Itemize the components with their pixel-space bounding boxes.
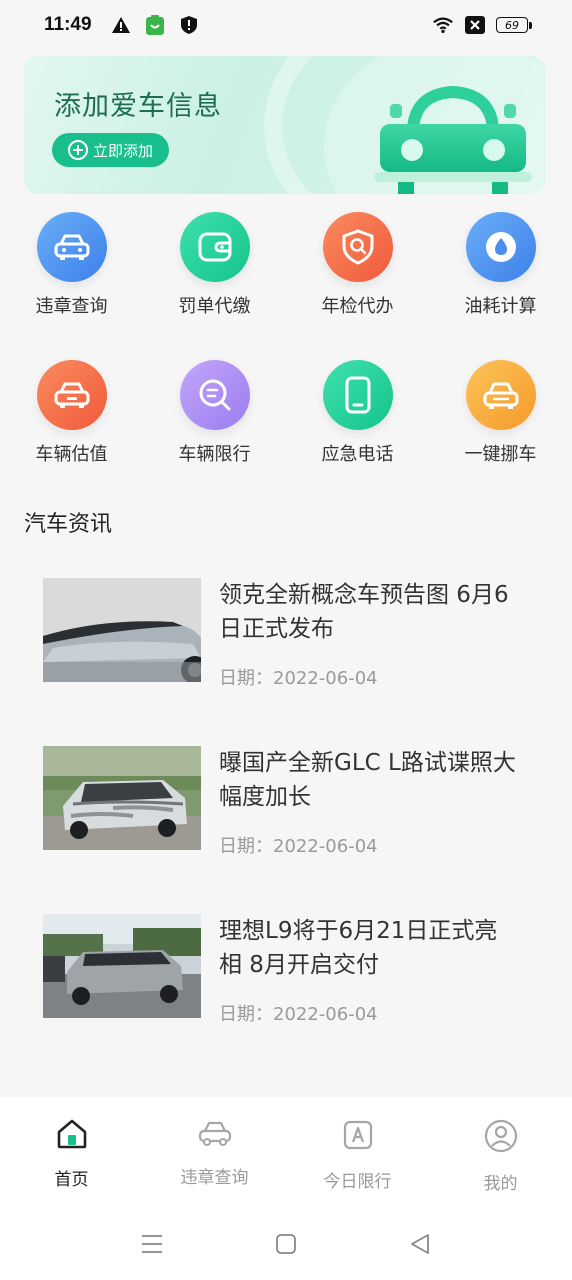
- grid-item-vehicle-restriction[interactable]: 车辆限行: [143, 360, 286, 466]
- function-grid: 违章查询 罚单代缴 年检代办 油耗计算 车辆估值 车辆限行 应急电话 一键挪车: [0, 212, 572, 466]
- nav-label: 违章查询: [180, 1168, 249, 1188]
- home-icon: [56, 1119, 88, 1153]
- news-date: 日期：2022-06-04: [219, 1004, 378, 1025]
- nav-today-restriction[interactable]: 今日限行: [286, 1097, 429, 1207]
- sim-off-icon: [464, 14, 486, 36]
- road-sign-icon: [342, 1119, 374, 1155]
- news-thumbnail: [43, 578, 201, 682]
- nav-label: 今日限行: [323, 1172, 392, 1192]
- security-shield-icon: [178, 14, 200, 36]
- add-now-button[interactable]: 立即添加: [52, 133, 169, 167]
- news-item[interactable]: 领克全新概念车预告图 6月6日正式发布 日期：2022-06-04: [43, 578, 543, 746]
- grid-label: 应急电话: [321, 444, 394, 465]
- news-date: 日期：2022-06-04: [219, 668, 378, 689]
- grid-label: 车辆限行: [178, 444, 251, 465]
- battery-icon: 69: [496, 17, 532, 33]
- plus-circle-icon: [67, 140, 88, 160]
- status-bar: 11:49 69: [0, 0, 572, 50]
- nav-label: 首页: [54, 1170, 89, 1190]
- nav-home[interactable]: 首页: [0, 1097, 143, 1207]
- nav-violation-query[interactable]: 违章查询: [143, 1097, 286, 1207]
- grid-item-fuel-calculation[interactable]: 油耗计算: [429, 212, 572, 318]
- status-time: 11:49: [44, 14, 92, 35]
- warning-icon: [110, 14, 132, 36]
- news-list: 领克全新概念车预告图 6月6日正式发布 日期：2022-06-04 曝国产全新G…: [43, 578, 543, 1082]
- car-outline-icon: [197, 1119, 233, 1151]
- nav-label: 我的: [483, 1174, 518, 1194]
- grid-item-ticket-payment[interactable]: 罚单代缴: [143, 212, 286, 318]
- nav-profile[interactable]: 我的: [429, 1097, 572, 1207]
- drop-icon: [465, 212, 536, 282]
- user-icon: [484, 1119, 518, 1157]
- system-nav-bar: [0, 1207, 572, 1280]
- grid-item-annual-inspection[interactable]: 年检代办: [286, 212, 429, 318]
- car-value-icon: [36, 360, 107, 430]
- grid-item-violation-query[interactable]: 违章查询: [0, 212, 143, 318]
- grid-item-emergency-phone[interactable]: 应急电话: [286, 360, 429, 466]
- phone-icon: [322, 360, 393, 430]
- grid-label: 油耗计算: [464, 296, 537, 317]
- add-now-label: 立即添加: [92, 141, 153, 160]
- wallet-icon: [179, 212, 250, 282]
- news-item[interactable]: 理想L9将于6月21日正式亮相 8月开启交付 日期：2022-06-04: [43, 914, 543, 1082]
- car-illustration-icon: [368, 85, 538, 194]
- news-thumbnail: [43, 914, 201, 1018]
- bottom-nav: 首页 违章查询 今日限行 我的: [0, 1097, 572, 1207]
- shield-search-icon: [322, 212, 393, 282]
- wifi-icon: [432, 14, 454, 36]
- grid-label: 一键挪车: [464, 444, 537, 465]
- grid-item-vehicle-valuation[interactable]: 车辆估值: [0, 360, 143, 466]
- grid-item-move-car[interactable]: 一键挪车: [429, 360, 572, 466]
- grid-label: 罚单代缴: [178, 296, 251, 317]
- back-icon[interactable]: [408, 1232, 432, 1256]
- news-title: 曝国产全新GLC L路试谍照大幅度加长: [219, 750, 516, 810]
- news-title: 理想L9将于6月21日正式亮相 8月开启交付: [219, 918, 498, 978]
- search-chat-icon: [179, 360, 250, 430]
- news-date: 日期：2022-06-04: [219, 836, 378, 857]
- grid-label: 年检代办: [321, 296, 394, 317]
- battery-level: 69: [496, 17, 528, 33]
- menu-icon[interactable]: [140, 1232, 164, 1256]
- grid-label: 车辆估值: [35, 444, 108, 465]
- app-notification-icon: [144, 14, 166, 36]
- car-icon: [36, 212, 107, 282]
- news-title: 领克全新概念车预告图 6月6日正式发布: [219, 582, 509, 642]
- car-move-icon: [465, 360, 536, 430]
- banner-title: 添加爱车信息: [54, 91, 222, 122]
- add-car-banner[interactable]: 添加爱车信息 立即添加: [24, 56, 546, 194]
- news-thumbnail: [43, 746, 201, 850]
- grid-label: 违章查询: [35, 296, 108, 317]
- news-section-title: 汽车资讯: [24, 512, 113, 537]
- home-square-icon[interactable]: [274, 1232, 298, 1256]
- news-item[interactable]: 曝国产全新GLC L路试谍照大幅度加长 日期：2022-06-04: [43, 746, 543, 914]
